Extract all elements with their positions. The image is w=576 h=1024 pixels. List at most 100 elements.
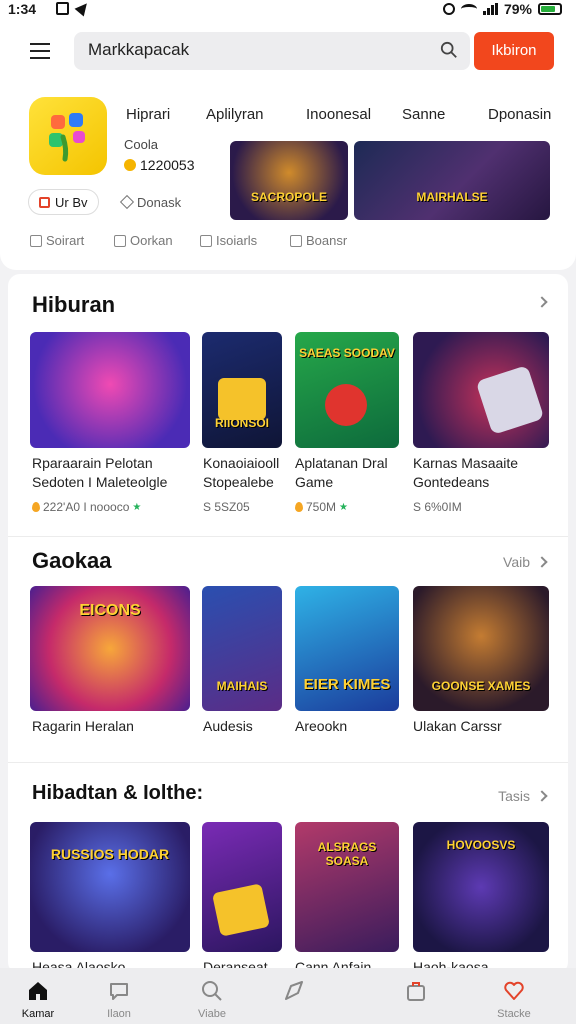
- item-title[interactable]: Karnas Masaaite Gontedeans: [413, 454, 553, 492]
- app-thumbnail[interactable]: RIIONSOI: [202, 332, 282, 448]
- quick-link[interactable]: Soirart: [30, 233, 84, 248]
- quick-link[interactable]: Oorkan: [114, 233, 173, 248]
- thumbnail-label: EICONS: [79, 602, 141, 619]
- dice-graphic: [218, 378, 266, 420]
- section-more-link[interactable]: [530, 296, 548, 308]
- folder-icon: [200, 234, 212, 247]
- app-thumbnail[interactable]: HOVOOSVS: [413, 822, 549, 952]
- search-button[interactable]: Ikbiron: [474, 32, 554, 70]
- item-title[interactable]: Rparaarain Pelotan Sedoten I Maleteolgle: [32, 454, 196, 492]
- flame-icon: [295, 502, 303, 512]
- thumbnail-label: ALSRAGS SOASA: [317, 840, 377, 868]
- item-meta: 750M ★: [295, 500, 348, 514]
- item-title[interactable]: Aplatanan Dral Game: [295, 454, 405, 492]
- promo-banner[interactable]: SACROPOLE: [230, 141, 348, 220]
- quick-link-label: Isoiarls: [216, 233, 258, 248]
- item-title[interactable]: Areookn: [295, 717, 347, 736]
- app-tab[interactable]: Aplilyran: [206, 106, 264, 123]
- wifi-icon: [460, 4, 477, 14]
- app-thumbnail[interactable]: RUSSIOS HODAR: [30, 822, 190, 952]
- app-thumbnail[interactable]: GOONSE XAMES: [413, 586, 549, 711]
- status-time: 1:34: [8, 1, 37, 17]
- app-thumbnail[interactable]: EIER KIMES: [295, 586, 399, 711]
- divider: [8, 762, 568, 763]
- quick-link[interactable]: Isoiarls: [200, 233, 257, 248]
- item-meta: S 6%0IM: [413, 500, 462, 514]
- thumbnail-label: MAIHAIS: [216, 679, 268, 693]
- section-title: Gaokaa: [32, 548, 112, 573]
- app-tab[interactable]: Dponasin: [488, 106, 551, 123]
- app-tab[interactable]: Inoonesal: [306, 106, 371, 123]
- nav-item-favorites[interactable]: Stacke: [466, 968, 562, 1024]
- thumbnail-label: RUSSIOS HODAR: [50, 846, 170, 862]
- nav-item-send[interactable]: [246, 968, 342, 1024]
- app-thumbnail[interactable]: ALSRAGS SOASA: [295, 822, 399, 952]
- nav-label: Stacke: [497, 1008, 531, 1020]
- nav-item-chat[interactable]: Ilaon: [71, 968, 167, 1024]
- featured-app-icon[interactable]: [29, 97, 107, 175]
- banner-title: SACROPOLE: [250, 190, 327, 204]
- banner-title: MAIRHALSE: [416, 190, 488, 204]
- app-thumbnail[interactable]: SAEAS SOODAV: [295, 332, 399, 448]
- bookmark-icon: [30, 234, 42, 247]
- menu-icon[interactable]: [30, 43, 50, 64]
- console-graphic: [475, 365, 545, 435]
- featured-app-rating: 1220053: [124, 157, 195, 173]
- notification-icon: [56, 2, 69, 15]
- search-box[interactable]: [74, 32, 470, 70]
- status-right-icons: 79%: [442, 1, 562, 17]
- bag-icon: [407, 982, 425, 1001]
- featured-app-name: Coola: [124, 137, 158, 152]
- app-thumbnail[interactable]: [413, 332, 549, 448]
- app-thumbnail[interactable]: [30, 332, 190, 448]
- quick-link-label: Boansr: [306, 233, 348, 248]
- quick-link[interactable]: Boansr: [290, 233, 347, 248]
- chevron-right-icon: [536, 296, 548, 308]
- status-bar: 1:34 79%: [0, 0, 576, 20]
- section-more-link[interactable]: Vaib: [503, 554, 548, 570]
- meta-text: S 5SZ05: [203, 500, 250, 514]
- search-input[interactable]: [88, 40, 418, 60]
- navigation-icon: [74, 0, 92, 17]
- item-title[interactable]: Ragarin Heralan: [32, 717, 134, 736]
- section-more-link[interactable]: Tasis: [498, 788, 548, 804]
- search-icon[interactable]: [440, 41, 458, 59]
- ball-graphic: [325, 384, 367, 426]
- section-title: Hibadtan & Iolthe:: [32, 782, 204, 804]
- app-tabs: Hiprari Aplilyran Inoonesal Sanne Dponas…: [126, 106, 556, 126]
- nav-item-bag[interactable]: [368, 968, 464, 1024]
- featured-action-button[interactable]: Ur Bv: [28, 189, 99, 215]
- featured-secondary-button[interactable]: Donask: [112, 189, 191, 215]
- share-icon: [290, 234, 302, 247]
- star-icon: ★: [339, 501, 348, 513]
- item-title[interactable]: Audesis: [203, 717, 253, 736]
- thumbnail-label: HOVOOSVS: [446, 838, 516, 852]
- signal-icon: [482, 3, 498, 15]
- coin-icon: [124, 159, 136, 171]
- quick-link-label: Oorkan: [130, 233, 173, 248]
- section-title: Hiburan: [32, 292, 116, 317]
- chat-icon: [110, 983, 128, 1000]
- thumbnail-label: EIER KIMES: [303, 676, 391, 693]
- item-meta: 222'A0 I noooco ★: [32, 500, 141, 514]
- bottom-nav: Kamar Ilaon Viabe Stacke: [0, 968, 576, 1024]
- diamond-icon: [119, 194, 135, 210]
- app-tab[interactable]: Sanne: [402, 106, 445, 123]
- app-tab[interactable]: Hiprari: [126, 106, 170, 123]
- meta-text: 222'A0 I noooco: [43, 500, 130, 514]
- dice-graphic: [211, 883, 271, 937]
- app-thumbnail[interactable]: MAIHAIS: [202, 586, 282, 711]
- meta-text: 750M: [306, 500, 337, 514]
- quick-link-label: Soirart: [46, 233, 85, 248]
- item-title[interactable]: Konaoiaiooll Stopealebe: [203, 454, 289, 492]
- battery-icon: [538, 3, 562, 15]
- meta-text: S 6%0IM: [413, 500, 462, 514]
- thumbnail-label: GOONSE XAMES: [431, 679, 531, 693]
- item-meta: S 5SZ05: [203, 500, 250, 514]
- top-panel: Ikbiron Hiprari Aplilyran Inoonesal Sann…: [0, 20, 576, 270]
- app-thumbnail[interactable]: [202, 822, 282, 952]
- heart-icon: [504, 981, 524, 1000]
- item-title[interactable]: Ulakan Carssr: [413, 717, 502, 736]
- app-thumbnail[interactable]: EICONS: [30, 586, 190, 711]
- promo-banner[interactable]: MAIRHALSE: [354, 141, 550, 220]
